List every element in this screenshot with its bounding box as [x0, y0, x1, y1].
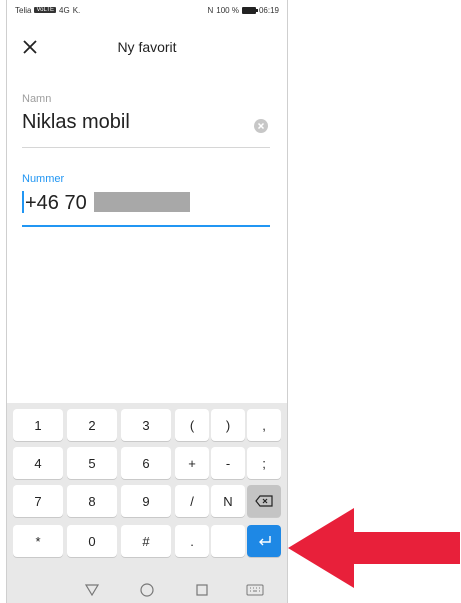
key-minus[interactable]: - — [211, 447, 245, 479]
nav-recents-button[interactable] — [190, 580, 214, 600]
battery-icon — [241, 6, 258, 14]
key-open-paren[interactable]: ( — [175, 409, 209, 441]
recents-square-icon — [196, 584, 208, 596]
redacted-block — [94, 192, 191, 212]
network-badge: VoLTE — [34, 7, 57, 13]
key-slash[interactable]: / — [175, 485, 209, 517]
number-value: +46 70 — [25, 192, 87, 214]
phone-screen: Telia VoLTE 4G K. N 100 % 06:19 Ny favor… — [6, 0, 288, 603]
clear-circle-icon[interactable] — [254, 119, 268, 133]
backspace-key[interactable] — [247, 485, 281, 517]
nav-home-button[interactable] — [135, 580, 159, 600]
key-2[interactable]: 2 — [67, 409, 117, 441]
name-input[interactable]: Niklas mobil — [22, 111, 270, 134]
key-blank[interactable] — [211, 525, 245, 557]
key-5[interactable]: 5 — [67, 447, 117, 479]
key-plus[interactable]: + — [175, 447, 209, 479]
key-3[interactable]: 3 — [121, 409, 171, 441]
numeric-keyboard: 1 2 3 ( ) , 4 5 6 + - ; 7 8 9 / N * 0 # … — [7, 403, 287, 577]
enter-key[interactable] — [247, 525, 281, 557]
key-asterisk[interactable]: * — [13, 525, 63, 557]
text-cursor — [22, 191, 24, 213]
name-field[interactable]: Namn Niklas mobil — [22, 93, 270, 148]
keyboard-icon — [246, 584, 264, 596]
home-circle-icon — [140, 583, 154, 597]
nav-back-button[interactable] — [80, 580, 104, 600]
enter-icon — [259, 536, 271, 546]
status-extra: K. — [72, 5, 81, 15]
page-title: Ny favorit — [117, 39, 177, 55]
key-n[interactable]: N — [211, 485, 245, 517]
close-icon — [23, 40, 37, 54]
name-underline — [22, 147, 270, 148]
key-close-paren[interactable]: ) — [211, 409, 245, 441]
back-triangle-icon — [85, 584, 99, 596]
backspace-icon — [255, 495, 273, 507]
time-label: 06:19 — [258, 5, 279, 15]
key-hash[interactable]: # — [121, 525, 171, 557]
key-1[interactable]: 1 — [13, 409, 63, 441]
nfc-label: N — [207, 5, 214, 15]
key-period[interactable]: . — [175, 525, 209, 557]
key-0[interactable]: 0 — [67, 525, 117, 557]
name-label: Namn — [22, 93, 52, 105]
number-field[interactable]: Nummer +46 70 — [22, 173, 270, 227]
number-label: Nummer — [22, 173, 65, 185]
key-comma[interactable]: , — [247, 409, 281, 441]
app-bar: Ny favorit — [7, 20, 287, 74]
number-underline — [22, 225, 270, 227]
key-semicolon[interactable]: ; — [247, 447, 281, 479]
signal-label: 4G — [59, 5, 70, 15]
key-6[interactable]: 6 — [121, 447, 171, 479]
key-4[interactable]: 4 — [13, 447, 63, 479]
key-9[interactable]: 9 — [121, 485, 171, 517]
key-8[interactable]: 8 — [67, 485, 117, 517]
red-arrow-icon — [288, 508, 460, 588]
carrier-label: Telia — [15, 5, 32, 15]
number-input[interactable]: +46 70 — [22, 191, 270, 215]
battery-percent: 100 % — [216, 5, 239, 15]
status-bar: Telia VoLTE 4G K. N 100 % 06:19 — [7, 0, 287, 20]
close-button[interactable] — [17, 34, 43, 60]
system-nav-bar — [7, 577, 287, 603]
nav-keyboard-button[interactable] — [243, 580, 267, 600]
key-7[interactable]: 7 — [13, 485, 63, 517]
